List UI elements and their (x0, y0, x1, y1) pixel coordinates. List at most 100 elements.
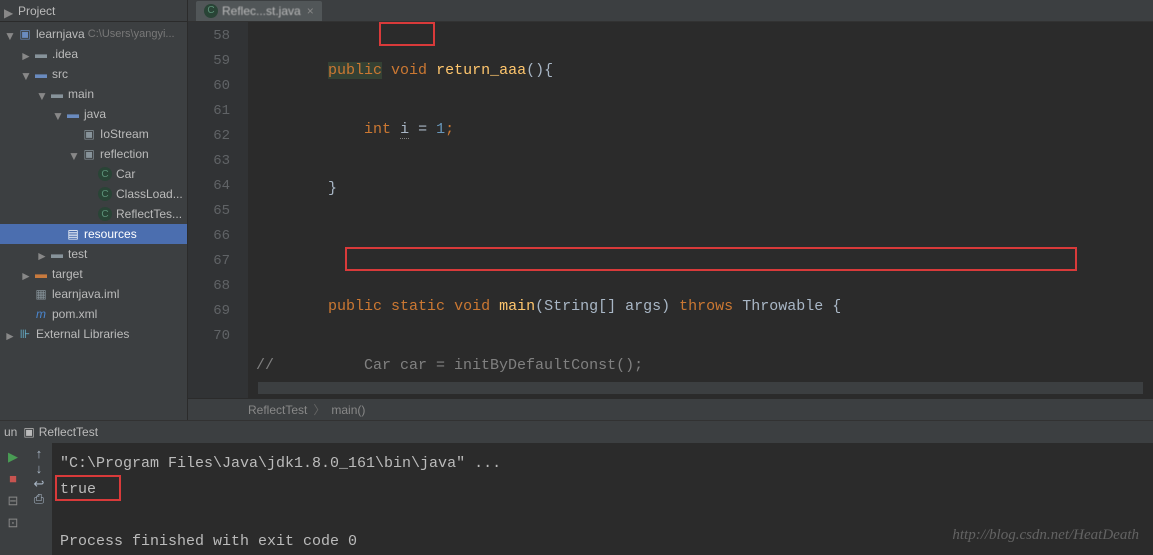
chevron-icon: ▼ (52, 109, 62, 119)
rerun-icon[interactable]: ▶ (3, 447, 23, 467)
tree-item-idea[interactable]: ► ▬ .idea (0, 44, 187, 64)
line-number: 70 (188, 324, 230, 349)
tree-item-test[interactable]: ► ▬ test (0, 244, 187, 264)
tree-label: target (52, 267, 83, 281)
package-icon: ▣ (82, 127, 96, 141)
chevron-icon (84, 189, 94, 199)
stop-icon[interactable]: ■ (3, 469, 23, 489)
chevron-icon: ► (20, 269, 30, 279)
run-tab-prefix: un (4, 425, 17, 439)
line-number: 64 (188, 174, 230, 199)
breadcrumb-method[interactable]: main() (331, 403, 365, 417)
console-line-cmd: "C:\Program Files\Java\jdk1.8.0_161\bin\… (60, 451, 1145, 477)
tree-label: src (52, 67, 68, 81)
tree-label: IoStream (100, 127, 149, 141)
tree-label: test (68, 247, 87, 261)
breadcrumb[interactable]: ReflectTest 〉 main() (188, 398, 1153, 420)
breadcrumb-class[interactable]: ReflectTest (248, 403, 307, 417)
line-number: 69 (188, 299, 230, 324)
editor-tab-reflecttest[interactable]: C Reflec...st.java × (196, 1, 322, 21)
down-icon[interactable]: ↓ (35, 462, 43, 477)
folder-icon: ▬ (66, 107, 80, 121)
line-number: 65 (188, 199, 230, 224)
chevron-icon: ▼ (36, 89, 46, 99)
line-number: 62 (188, 124, 230, 149)
console-line-blank (60, 503, 1145, 529)
folder-icon: ▬ (50, 247, 64, 261)
chevron-icon (84, 209, 94, 219)
chevron-icon: ► (36, 249, 46, 259)
code-line-63[interactable]: // Car car = initByDefaultConst(); (248, 353, 1153, 378)
editor-body[interactable]: 58 59 60 61 62 63 64 65 66 67 68 69 70 p… (188, 22, 1153, 398)
chevron-icon: ▶ (4, 6, 14, 16)
code-line-59[interactable]: int i = 1; (248, 117, 1153, 142)
project-path: C:\Users\yangyi... (85, 28, 175, 40)
tree-item-target[interactable]: ► ▬ target (0, 264, 187, 284)
class-icon: C (98, 187, 112, 201)
project-root[interactable]: ▼ ▣ learnjava C:\Users\yangyi... (0, 24, 187, 44)
tree-label: main (68, 87, 94, 101)
tree-item-reflecttest[interactable]: C ReflectTes... (0, 204, 187, 224)
highlight-box-void (379, 22, 435, 46)
close-icon[interactable]: × (307, 4, 314, 18)
folder-icon: ▬ (34, 67, 48, 81)
editor-area: C Reflec...st.java × 58 59 60 61 62 63 6… (188, 0, 1153, 420)
chevron-icon: ► (20, 49, 30, 59)
tree-item-src[interactable]: ▼ ▬ src (0, 64, 187, 84)
chevron-icon (84, 169, 94, 179)
tree-label: reflection (100, 147, 149, 161)
chevron-icon (68, 129, 78, 139)
code-content[interactable]: public void return_aaa(){ int i = 1; } p… (248, 22, 1153, 398)
tree-item-external-libs[interactable]: ► ⊪ External Libraries (0, 324, 187, 344)
line-number: 66 (188, 224, 230, 249)
tab-bar: C Reflec...st.java × (188, 0, 1153, 22)
tree-item-classload[interactable]: C ClassLoad... (0, 184, 187, 204)
chevron-icon (20, 309, 30, 319)
maven-icon: m (34, 307, 48, 321)
project-sidebar: ▶ Project ▼ ▣ learnjava C:\Users\yangyi.… (0, 0, 188, 420)
code-line-60[interactable]: } (248, 176, 1153, 201)
code-line-61[interactable] (248, 235, 1153, 260)
up-icon[interactable]: ↑ (35, 447, 43, 462)
line-number: 63 (188, 149, 230, 174)
file-icon: ▦ (34, 287, 48, 301)
layout-icon[interactable]: ⊟ (3, 491, 23, 511)
pin-icon[interactable]: ⊡ (3, 513, 23, 533)
folder-icon: ▬ (34, 47, 48, 61)
tree-item-resources[interactable]: ▤ resources (0, 224, 187, 244)
wrap-icon[interactable]: ↩ (34, 477, 45, 492)
line-number: 61 (188, 99, 230, 124)
h-scrollbar[interactable] (256, 382, 1145, 394)
sidebar-header[interactable]: ▶ Project (0, 0, 187, 22)
code-line-62[interactable]: public static void main(String[] args) t… (248, 294, 1153, 319)
line-number: 67 (188, 249, 230, 274)
print-icon[interactable]: ⎙ (34, 492, 44, 507)
tree-item-reflection[interactable]: ▼ ▣ reflection (0, 144, 187, 164)
library-icon: ⊪ (18, 327, 32, 341)
run-config-name[interactable]: ReflectTest (39, 425, 98, 439)
tree-label: ReflectTes... (116, 207, 182, 221)
tree-item-iostream[interactable]: ▣ IoStream (0, 124, 187, 144)
chevron-icon: ▼ (68, 149, 78, 159)
watermark: http://blog.csdn.net/HeatDeath (952, 527, 1139, 544)
tree-label: pom.xml (52, 307, 97, 321)
chevron-icon: ▼ (20, 69, 30, 79)
folder-icon: ▬ (50, 87, 64, 101)
run-toolbar-left: ▶ ■ ⊟ ⊡ (0, 443, 26, 555)
tree-item-java[interactable]: ▼ ▬ java (0, 104, 187, 124)
tree-label: .idea (52, 47, 78, 61)
code-line-58[interactable]: public void return_aaa(){ (248, 58, 1153, 83)
tree-label: External Libraries (36, 327, 129, 341)
tree-item-pom[interactable]: m pom.xml (0, 304, 187, 324)
tree-item-car[interactable]: C Car (0, 164, 187, 184)
tree-label: Car (116, 167, 135, 181)
tree-item-main[interactable]: ▼ ▬ main (0, 84, 187, 104)
tree-label: learnjava.iml (52, 287, 119, 301)
run-header[interactable]: un ▣ ReflectTest (0, 421, 1153, 443)
tab-label: Reflec...st.java (222, 4, 301, 18)
chevron-icon (20, 289, 30, 299)
folder-icon: ▬ (34, 267, 48, 281)
class-icon: C (204, 4, 218, 18)
sidebar-title: Project (18, 4, 55, 18)
tree-item-iml[interactable]: ▦ learnjava.iml (0, 284, 187, 304)
